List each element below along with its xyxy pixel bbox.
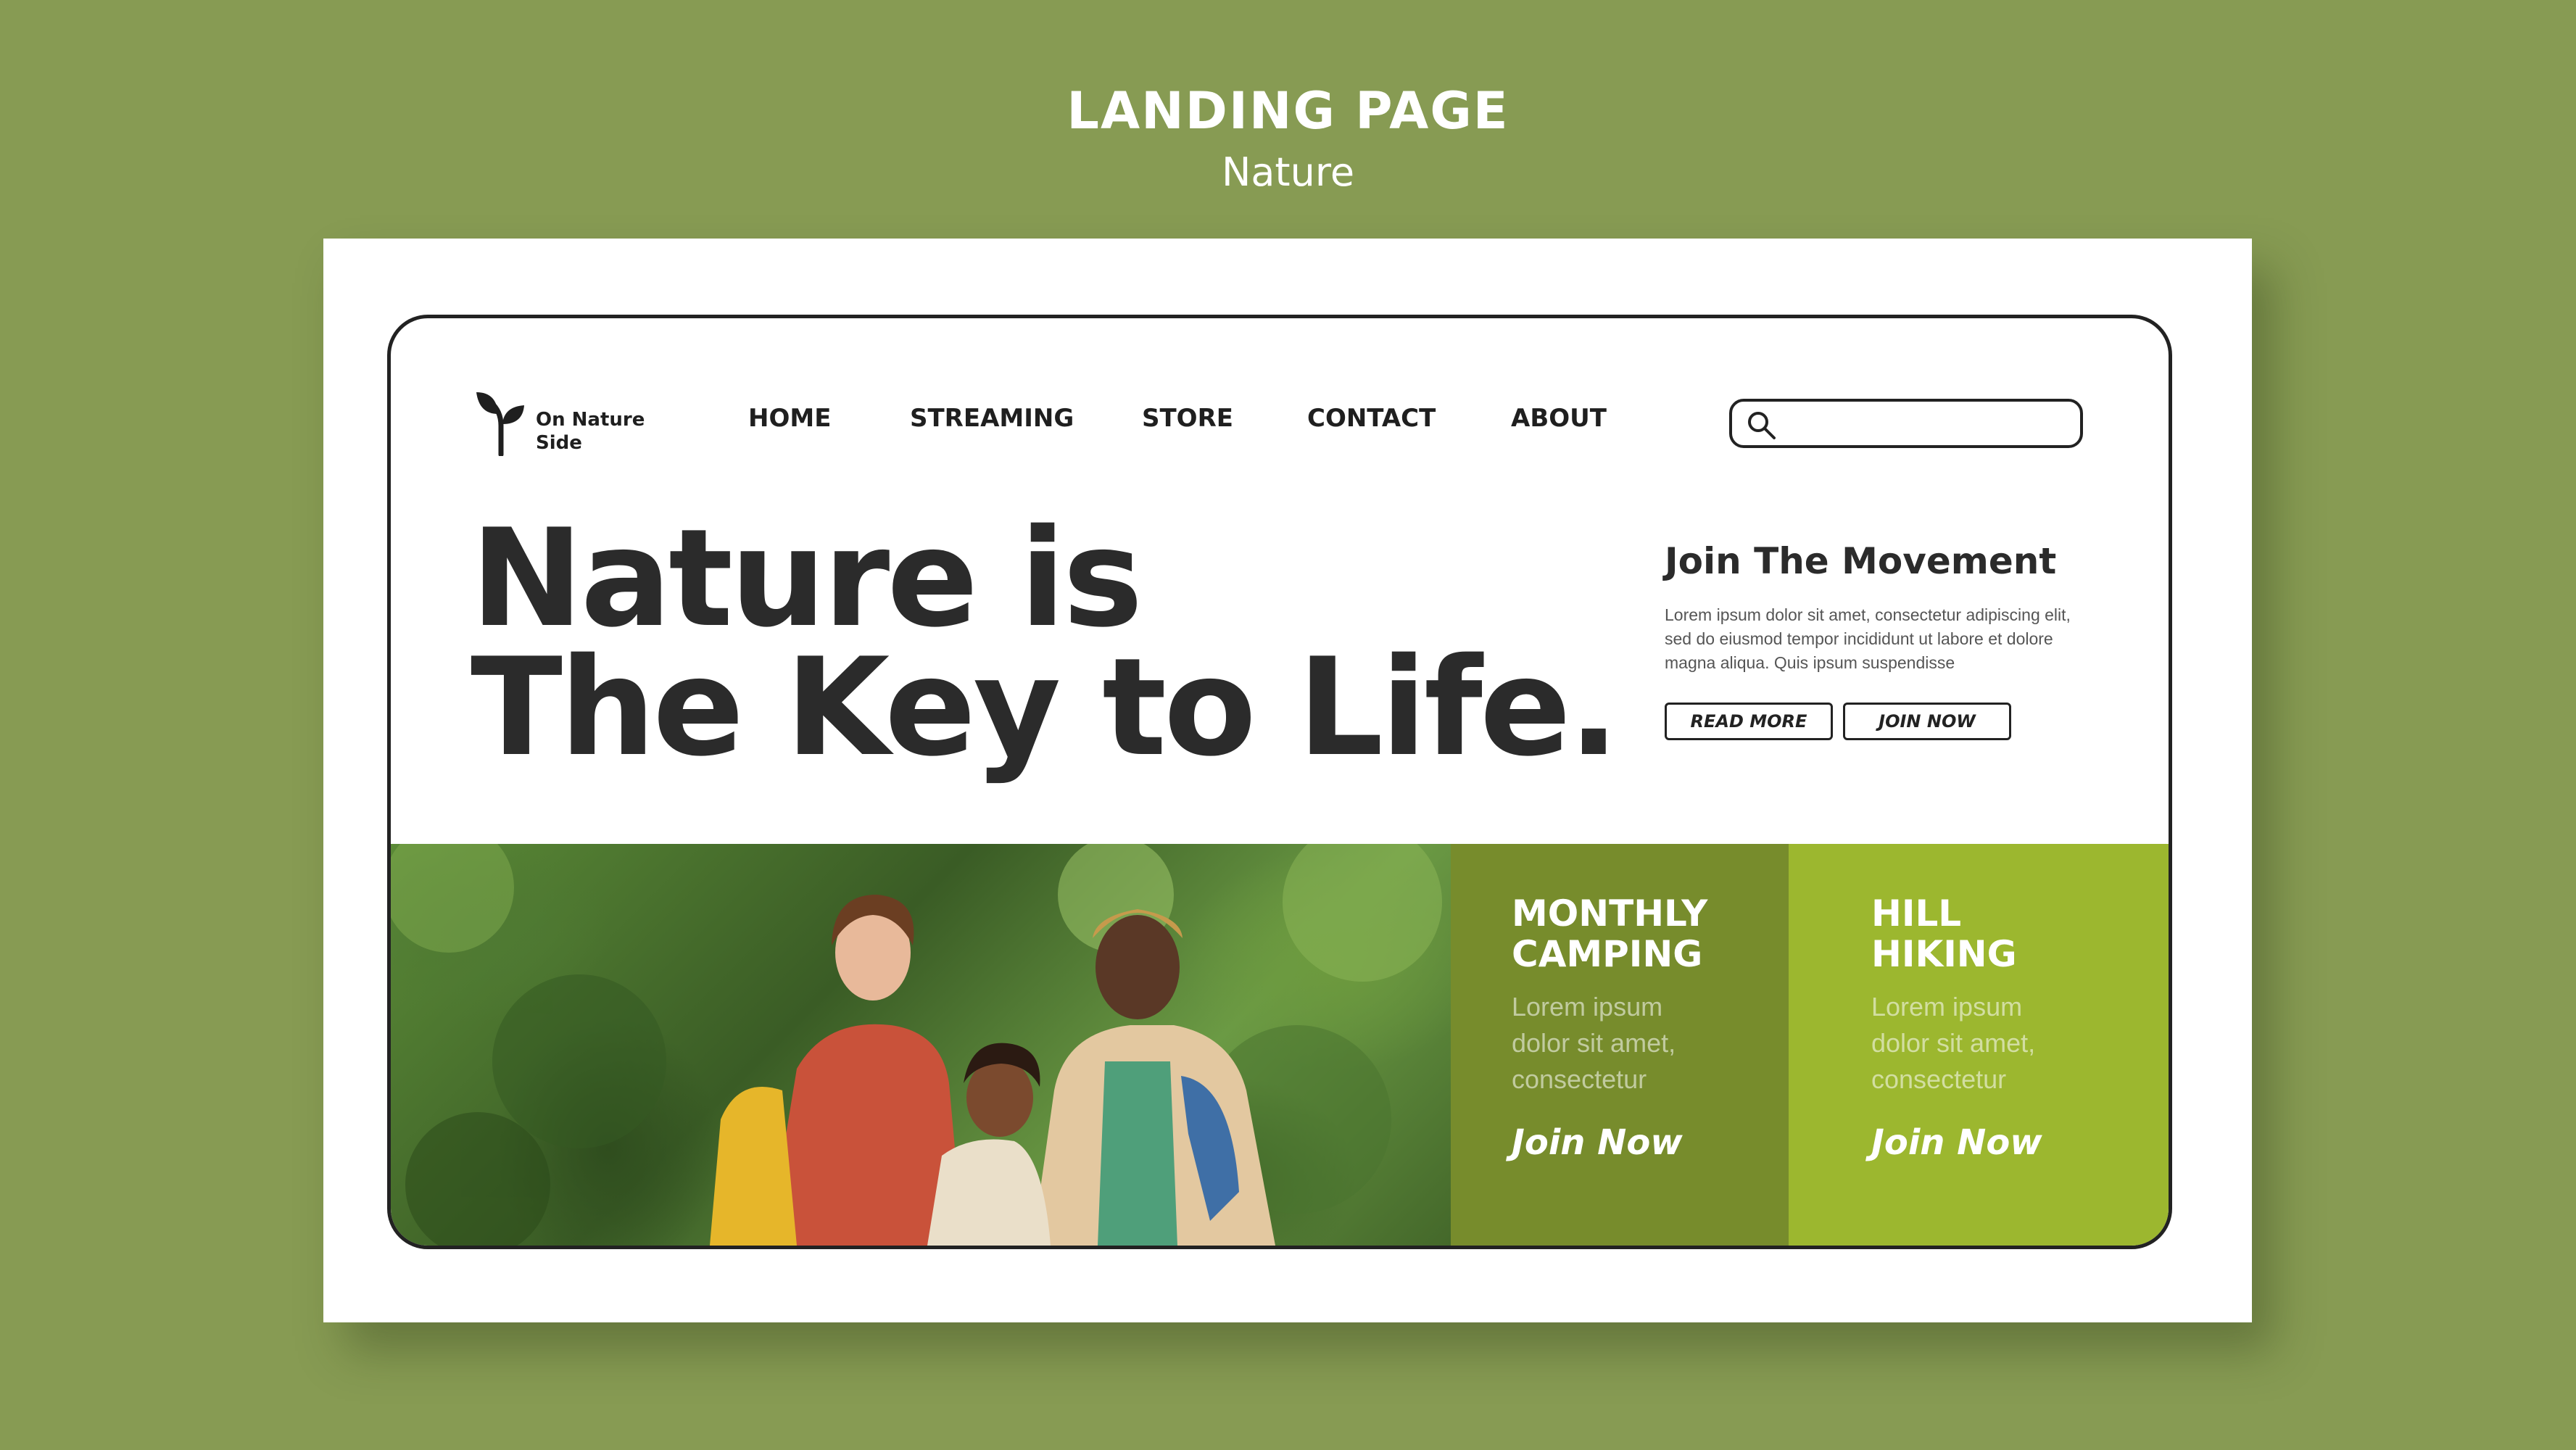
brand-name: On Nature Side (536, 409, 645, 454)
join-description: Lorem ipsum dolor sit amet, consectetur … (1665, 605, 2071, 672)
nav-store[interactable]: STORE (1142, 404, 1233, 433)
nav-contact[interactable]: CONTACT (1307, 404, 1436, 433)
family-forest-photo (391, 844, 1451, 1246)
join-buttons: READ MORE JOIN NOW (1665, 703, 2100, 740)
search-bar[interactable] (1729, 399, 2083, 448)
feature-band: MONTHLY CAMPING Lorem ipsum dolor sit am… (391, 844, 2169, 1246)
nav-about[interactable]: ABOUT (1511, 404, 1607, 433)
nav-home[interactable]: HOME (748, 404, 831, 433)
join-title: Join The Movement (1665, 540, 2057, 582)
camping-join-now-link[interactable]: Join Now (1512, 1122, 1683, 1163)
family-illustration (391, 844, 1442, 1246)
card-title: HILL HIKING (1871, 892, 2017, 975)
search-input[interactable] (1790, 407, 2068, 439)
mockup-card: On Nature Side HOME STREAMING STORE CONT… (323, 239, 2252, 1322)
monthly-camping-card[interactable]: MONTHLY CAMPING Lorem ipsum dolor sit am… (1451, 844, 1789, 1246)
template-subtitle: Nature (1221, 149, 1355, 195)
card-title: MONTHLY CAMPING (1512, 892, 1708, 975)
template-title: LANDING PAGE (1067, 81, 1509, 141)
hiking-join-now-link[interactable]: Join Now (1871, 1122, 2042, 1163)
hill-hiking-card[interactable]: HILL HIKING Lorem ipsum dolor sit amet, … (1789, 844, 2169, 1246)
landing-page-frame: On Nature Side HOME STREAMING STORE CONT… (387, 315, 2172, 1249)
hero-line-1: Nature is (471, 500, 1143, 657)
nav-streaming[interactable]: STREAMING (910, 404, 1074, 433)
card-description: Lorem ipsum dolor sit amet, consectetur (1871, 992, 2036, 1094)
hero-headline: Nature is The Key to Life. (471, 500, 1620, 786)
join-movement-section: Join The Movement Lorem ipsum dolor sit … (1665, 539, 2100, 740)
card-description: Lorem ipsum dolor sit amet, consectetur (1512, 992, 1676, 1094)
read-more-button[interactable]: READ MORE (1665, 703, 1833, 740)
template-header: LANDING PAGE Nature (0, 78, 2576, 202)
sprout-icon (476, 392, 524, 456)
search-icon[interactable] (1745, 409, 1777, 441)
brand-logo[interactable]: On Nature Side (472, 389, 652, 456)
join-now-button[interactable]: JOIN NOW (1843, 703, 2011, 740)
hero-line-2: The Key to Life. (471, 629, 1620, 786)
